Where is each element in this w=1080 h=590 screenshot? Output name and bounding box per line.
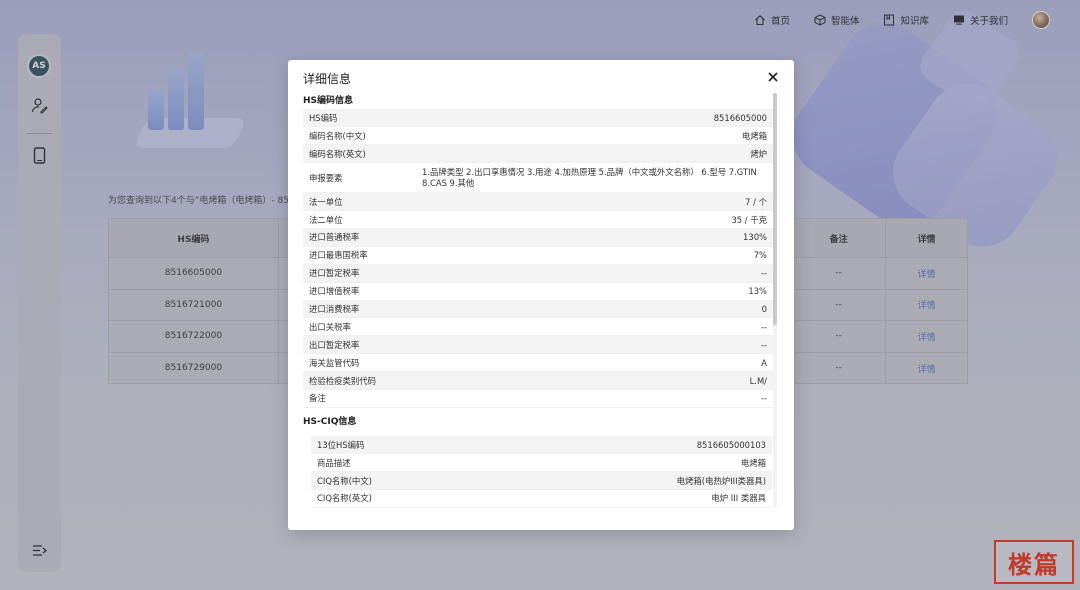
info-row: 编码名称(英文) 烤炉 (303, 144, 773, 164)
info-row: 商品描述 电烤箱 (311, 453, 772, 473)
info-key: 编码名称(中文) (303, 126, 416, 146)
info-row: 备注 -- (303, 389, 773, 408)
info-key: 商品描述 (311, 453, 424, 473)
info-value: -- (416, 389, 773, 408)
info-row: 检验检疫类别代码 L.M/ (303, 371, 773, 390)
info-value: 8516605000 (416, 109, 773, 128)
info-key: 编码名称(英文) (303, 144, 416, 164)
info-key: 申报要素 (303, 162, 416, 194)
info-key: 进口增值税率 (303, 282, 416, 301)
info-value: 电炉 III 类器具 (424, 489, 772, 508)
info-value: -- (416, 317, 773, 337)
info-key: 出口关税率 (303, 317, 416, 337)
info-value: A (416, 353, 773, 373)
info-value: 8516605000103 (424, 435, 772, 455)
info-value: -- (416, 264, 773, 283)
info-key: CIQ名称(英文) (311, 489, 424, 508)
modal-title: 详细信息 (303, 72, 352, 86)
info-row: 申报要素 1.品牌类型 2.出口享惠情况 3.用途 4.加热原理 5.品牌（中文或… (303, 162, 773, 194)
info-key: 进口最惠国税率 (303, 246, 416, 265)
info-key: 出口暂定税率 (303, 335, 416, 355)
info-row: 13位HS编码 8516605000103 (311, 435, 772, 455)
info-value: 0 (416, 300, 773, 319)
info-key: 法一单位 (303, 192, 416, 212)
info-key: 海关监管代码 (303, 353, 416, 373)
ciq-section-title: HS-CIQ信息 (303, 416, 357, 427)
info-value: 7% (416, 246, 773, 265)
info-value: 电烤箱 (424, 453, 772, 473)
info-row: CIQ名称(英文) 电炉 III 类器具 (311, 489, 772, 508)
watermark-seal: 楼篇 (994, 540, 1074, 584)
ciq-info-table: 13位HS编码 8516605000103 商品描述 电烤箱 CIQ名称(中文) 电烤箱(… (311, 435, 772, 508)
info-key: HS编码 (303, 109, 416, 128)
info-key: 进口普通税率 (303, 228, 416, 247)
info-row: 进口最惠国税率 7% (303, 246, 773, 265)
info-value: 1.品牌类型 2.出口享惠情况 3.用途 4.加热原理 5.品牌（中文或外文名称… (416, 162, 773, 194)
info-key: CIQ名称(中文) (311, 471, 424, 491)
info-value: 电烤箱 (416, 126, 773, 146)
info-key: 13位HS编码 (311, 435, 424, 455)
info-key: 法二单位 (303, 210, 416, 229)
info-row: 海关监管代码 A (303, 353, 773, 373)
info-value: L.M/ (416, 371, 773, 390)
info-value: 35 / 千克 (416, 210, 773, 229)
info-key: 检验检疫类别代码 (303, 371, 416, 390)
info-value: 130% (416, 228, 773, 247)
info-row: CIQ名称(中文) 电烤箱(电热炉III类器具) (311, 471, 772, 491)
info-row: 进口暂定税率 -- (303, 264, 773, 283)
info-value: 烤炉 (416, 144, 773, 164)
info-row: 法一单位 7 / 个 (303, 192, 773, 212)
info-value: 7 / 个 (416, 192, 773, 212)
hs-section-title: HS编码信息 (303, 96, 354, 106)
info-row: 出口暂定税率 -- (303, 335, 773, 355)
info-row: 进口普通税率 130% (303, 228, 773, 247)
info-row: 法二单位 35 / 千克 (303, 210, 773, 229)
info-row: 进口消费税率 0 (303, 300, 773, 319)
info-row: HS编码 8516605000 (303, 109, 773, 128)
modal-body[interactable]: HS编码信息 HS编码 8516605000 编码名称(中文) 电烤箱 编码名称(英文)… (303, 93, 773, 510)
info-value: 13% (416, 282, 773, 301)
info-key: 进口暂定税率 (303, 264, 416, 283)
info-key: 备注 (303, 389, 416, 408)
close-icon[interactable] (766, 70, 780, 84)
hs-info-table: HS编码 8516605000 编码名称(中文) 电烤箱 编码名称(英文) 烤炉 申报要素 1… (303, 109, 773, 408)
watermark-text: 楼篇 (1008, 550, 1060, 579)
info-row: 进口增值税率 13% (303, 282, 773, 301)
info-row: 编码名称(中文) 电烤箱 (303, 126, 773, 146)
info-row: 出口关税率 -- (303, 317, 773, 337)
info-value: 电烤箱(电热炉III类器具) (424, 471, 772, 491)
info-value: -- (416, 335, 773, 355)
detail-modal: 详细信息 HS编码信息 HS编码 8516605000 编码名称(中文) 电烤箱 编码名… (288, 60, 794, 530)
info-key: 进口消费税率 (303, 300, 416, 319)
modal-scrollbar[interactable] (773, 93, 777, 325)
